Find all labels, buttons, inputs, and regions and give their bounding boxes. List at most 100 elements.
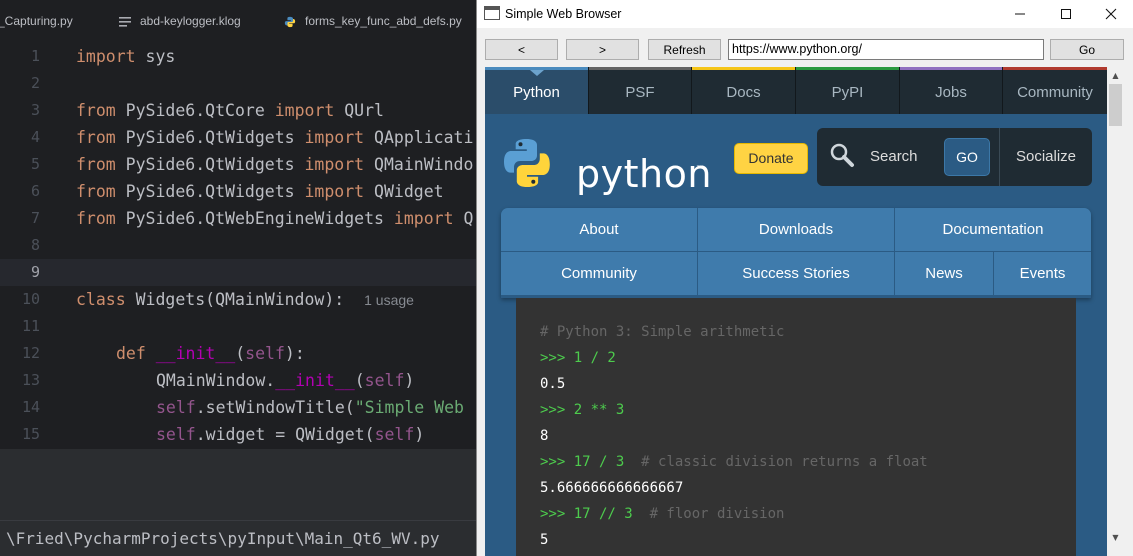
python-logo[interactable]: python ™ (503, 136, 711, 196)
web-view[interactable]: Python PSF Docs PyPI Jobs Community pyth… (485, 67, 1107, 556)
code-line: 10 class Widgets(QMainWindow): 1 usage (0, 286, 476, 313)
top-nav-pypi[interactable]: PyPI (796, 67, 900, 114)
search-box[interactable]: Search GO (817, 128, 999, 186)
donate-button[interactable]: Donate (734, 143, 808, 174)
title-bar[interactable]: Simple Web Browser (477, 0, 1133, 28)
line-number: 7 (30, 209, 40, 227)
tool-window-area (0, 448, 476, 521)
code-text: class Widgets(QMainWindow): 1 usage (76, 290, 414, 309)
refresh-button[interactable]: Refresh (648, 39, 721, 60)
code-text: self.setWindowTitle("Simple Web (156, 398, 464, 417)
site-header: python ™ Donate Search GO Socialize (485, 114, 1107, 212)
search-label: Search (870, 148, 918, 165)
window-title: Simple Web Browser (505, 7, 622, 21)
line-number: 8 (30, 236, 40, 254)
main-nav-downloads[interactable]: Downloads (698, 208, 895, 252)
ide-pane: _Capturing.py abd-keylogger.klog forms_k… (0, 0, 476, 556)
line-number: 14 (21, 398, 40, 416)
close-button[interactable] (1088, 0, 1133, 28)
code-line: 6 from PySide6.QtWidgets import QWidget (0, 178, 476, 205)
code-text: from PySide6.QtWebEngineWidgets import Q (76, 209, 474, 228)
shell-prompt: >>> 17 / 3 # classic division returns a … (540, 454, 928, 470)
scroll-down-arrow-icon[interactable]: ▼ (1107, 529, 1124, 546)
line-number: 3 (30, 101, 40, 119)
shell-prompt: >>> 1 / 2 (540, 350, 616, 366)
main-nav-events[interactable]: Events (994, 252, 1091, 296)
code-line: 15 self.widget = QWidget(self) (0, 421, 476, 448)
line-number: 5 (30, 155, 40, 173)
usage-hint: 1 usage (364, 292, 414, 308)
code-text: QMainWindow.__init__(self) (156, 371, 415, 390)
editor-tab-bar: _Capturing.py abd-keylogger.klog forms_k… (0, 0, 476, 44)
shell-output: 8 (540, 428, 549, 444)
top-nav-psf[interactable]: PSF (589, 67, 692, 114)
tab-label: forms_key_func_abd_defs.py (305, 14, 462, 28)
main-nav-news[interactable]: News (895, 252, 994, 296)
code-text: from PySide6.QtCore import QUrl (76, 101, 384, 120)
code-text: def __init__(self): (116, 344, 305, 363)
top-nav-docs[interactable]: Docs (692, 67, 796, 114)
app-window-icon (484, 6, 500, 20)
line-number: 1 (30, 47, 40, 65)
main-nav-community[interactable]: Community (501, 252, 698, 296)
text-file-icon (119, 16, 131, 27)
shell-output: 5.666666666666667 (540, 480, 684, 496)
site-top-nav: Python PSF Docs PyPI Jobs Community (485, 67, 1107, 114)
code-editor[interactable]: 1 import sys 2 3 from PySide6.QtCore impor… (0, 43, 476, 448)
search-go-button[interactable]: GO (944, 138, 990, 176)
main-nav-documentation[interactable]: Documentation (895, 208, 1091, 252)
code-line: 3 from PySide6.QtCore import QUrl (0, 97, 476, 124)
top-nav-python[interactable]: Python (485, 67, 589, 114)
accent-bar (692, 67, 795, 70)
url-input[interactable]: https://www.python.org/ (728, 39, 1044, 60)
main-nav-about[interactable]: About (501, 208, 698, 252)
scrollbar-thumb[interactable] (1109, 84, 1122, 126)
code-line: 11 (0, 313, 476, 340)
line-number: 9 (30, 263, 40, 281)
site-main-nav: About Downloads Documentation Community … (501, 208, 1091, 298)
line-number: 4 (30, 128, 40, 146)
maximize-button[interactable] (1043, 0, 1089, 28)
socialize-button[interactable]: Socialize (999, 128, 1092, 186)
navigation-toolbar: < > Refresh https://www.python.org/ Go (477, 28, 1133, 66)
python-file-icon (284, 16, 296, 27)
accent-bar (796, 67, 899, 70)
logo-wordmark: python (576, 152, 712, 196)
line-number: 10 (21, 290, 40, 308)
back-button[interactable]: < (485, 39, 558, 60)
code-line: 4 from PySide6.QtWidgets import QApplicat… (0, 124, 476, 151)
code-line: 1 import sys (0, 43, 476, 70)
shell-comment: # Python 3: Simple arithmetic (540, 324, 785, 340)
line-number: 11 (21, 317, 40, 335)
trademark-mark: ™ (696, 164, 704, 173)
code-line: 8 (0, 232, 476, 259)
accent-bar (589, 67, 691, 70)
scroll-up-arrow-icon[interactable]: ▲ (1107, 67, 1124, 84)
accent-bar (1003, 67, 1107, 70)
code-line: 7 from PySide6.QtWebEngineWidgets import … (0, 205, 476, 232)
line-number: 6 (30, 182, 40, 200)
vertical-scrollbar[interactable]: ▲ ▼ (1107, 67, 1124, 546)
tab-label: abd-keylogger.klog (140, 14, 241, 28)
maximize-icon (1061, 9, 1071, 19)
top-nav-community[interactable]: Community (1003, 67, 1107, 114)
code-text: from PySide6.QtWidgets import QWidget (76, 182, 444, 201)
minimize-button[interactable] (997, 0, 1043, 28)
code-text: from PySide6.QtWidgets import QApplicati (76, 128, 474, 147)
code-sample-shell: # Python 3: Simple arithmetic >>> 1 / 2 … (516, 298, 1076, 556)
code-text: from PySide6.QtWidgets import QMainWindo (76, 155, 474, 174)
search-icon (830, 143, 854, 167)
go-button[interactable]: Go (1050, 39, 1124, 60)
tab-forms-key-func[interactable]: forms_key_func_abd_defs.py (283, 0, 462, 43)
main-nav-success-stories[interactable]: Success Stories (698, 252, 895, 296)
tab-capturing[interactable]: _Capturing.py (0, 0, 73, 43)
top-nav-jobs[interactable]: Jobs (900, 67, 1003, 114)
file-path[interactable]: \Fried\PycharmProjects\pyInput\Main_Qt6_… (6, 521, 439, 556)
code-line: 13 QMainWindow.__init__(self) (0, 367, 476, 394)
minimize-icon (1015, 13, 1025, 15)
tab-keylogger[interactable]: abd-keylogger.klog (118, 0, 241, 43)
code-line: 12 def __init__(self): (0, 340, 476, 367)
line-number: 12 (21, 344, 40, 362)
forward-button[interactable]: > (566, 39, 639, 60)
shell-prompt: >>> 17 // 3 # floor division (540, 506, 785, 522)
